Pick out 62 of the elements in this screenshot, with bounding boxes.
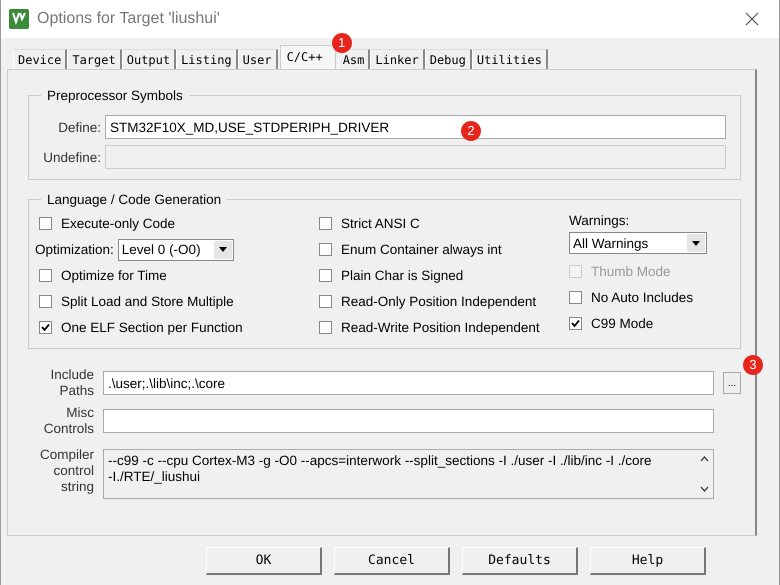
checkbox-label: Thumb Mode bbox=[591, 264, 671, 279]
group-title: Language / Code Generation bbox=[46, 192, 222, 207]
scroll-down-icon[interactable] bbox=[700, 486, 708, 492]
checkbox[interactable] bbox=[569, 317, 582, 330]
tab[interactable]: Listing bbox=[176, 49, 238, 69]
browse-button[interactable]: ... bbox=[723, 372, 741, 394]
checkbox-label: Strict ANSI C bbox=[341, 216, 420, 231]
annotation-badge: 3 bbox=[743, 355, 763, 375]
checkbox[interactable] bbox=[39, 217, 52, 230]
checkbox-label: No Auto Includes bbox=[591, 290, 694, 305]
close-icon[interactable] bbox=[745, 12, 759, 26]
dialog-button[interactable]: Cancel bbox=[334, 547, 450, 575]
checkbox-label: Read-Write Position Independent bbox=[341, 320, 540, 335]
checkbox[interactable] bbox=[319, 295, 332, 308]
tab[interactable]: C/C++ bbox=[280, 45, 336, 69]
checkbox-label: Split Load and Store Multiple bbox=[61, 294, 234, 309]
tab[interactable]: Debug bbox=[424, 49, 472, 69]
field-label: Warnings: bbox=[569, 213, 630, 228]
field-label: Undefine: bbox=[42, 150, 101, 164]
input-field[interactable]: STM32F10X_MD,USE_STDPERIPH_DRIVER 2 bbox=[105, 115, 726, 139]
checkbox[interactable] bbox=[319, 217, 332, 230]
checkbox[interactable] bbox=[39, 321, 52, 334]
dialog-button[interactable]: Defaults bbox=[462, 547, 578, 575]
group-title: Preprocessor Symbols bbox=[46, 88, 184, 103]
checkbox-label: C99 Mode bbox=[591, 316, 654, 331]
field-label: Include Paths bbox=[49, 367, 94, 399]
input-field[interactable]: .\user;.\lib\inc;.\core bbox=[103, 371, 714, 395]
window-title: Options for Target 'liushui' bbox=[37, 10, 221, 28]
field-label: Compiler control string bbox=[38, 447, 94, 495]
checkbox[interactable] bbox=[39, 269, 52, 282]
annotation-badge: 2 bbox=[461, 121, 481, 141]
text-line: --c99 -c --cpu Cortex-M3 -g -O0 --apcs=interwork --split_sections -I ./user -I ./lib/inc -I ./core bbox=[108, 453, 653, 469]
dropdown[interactable]: Level 0 (-O0) bbox=[118, 238, 234, 260]
app-icon bbox=[9, 9, 29, 29]
tab[interactable]: Target bbox=[67, 49, 122, 69]
tab[interactable]: Linker bbox=[370, 49, 425, 69]
checkbox-label: Execute-only Code bbox=[61, 216, 176, 231]
checkbox-label: Enum Container always int bbox=[341, 242, 502, 257]
tab[interactable]: Device bbox=[13, 49, 68, 69]
checkbox[interactable] bbox=[319, 269, 332, 282]
tab[interactable]: User bbox=[238, 49, 278, 69]
checkbox-label: Plain Char is Signed bbox=[341, 268, 464, 283]
dialog-button[interactable]: OK bbox=[206, 547, 322, 575]
checkbox[interactable] bbox=[569, 291, 582, 304]
checkbox-label: Read-Only Position Independent bbox=[341, 294, 536, 309]
text-area[interactable]: --c99 -c --cpu Cortex-M3 -g -O0 --apcs=interwork --split_sections -I ./user -I ./lib/inc -I ./core -I./RTE/_liushui bbox=[103, 449, 714, 499]
checkbox[interactable] bbox=[319, 321, 332, 334]
checkbox-label: One ELF Section per Function bbox=[61, 320, 243, 335]
field-label: Optimization: bbox=[35, 242, 114, 257]
scroll-up-icon[interactable] bbox=[700, 456, 708, 462]
field-label: Define: bbox=[57, 120, 101, 134]
checkbox[interactable] bbox=[39, 295, 52, 308]
checkbox-label: Optimize for Time bbox=[61, 268, 167, 283]
tab[interactable]: Utilities bbox=[472, 49, 548, 69]
tab[interactable]: Output bbox=[122, 49, 176, 69]
dialog-button[interactable]: Help bbox=[590, 547, 706, 575]
input-field[interactable] bbox=[103, 409, 714, 433]
text-line: -I./RTE/_liushui bbox=[108, 469, 202, 485]
tab[interactable]: Asm bbox=[338, 49, 370, 69]
dropdown[interactable]: All Warnings bbox=[569, 232, 707, 254]
field-label: Misc Controls bbox=[42, 405, 94, 437]
checkbox[interactable] bbox=[319, 243, 332, 256]
